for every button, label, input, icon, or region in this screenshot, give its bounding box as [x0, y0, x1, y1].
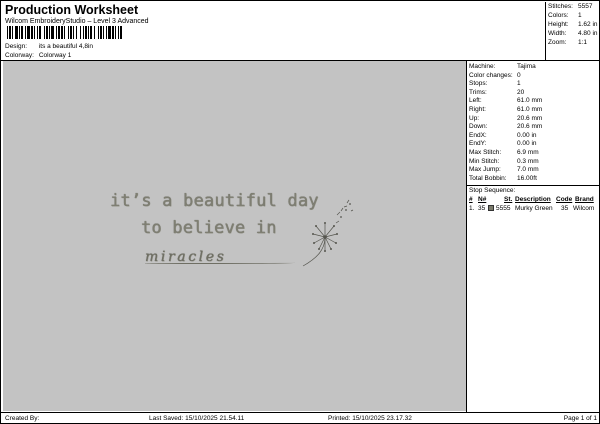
- stat-zoom: Zoom: 1:1: [548, 39, 588, 46]
- stop-sequence-row: 1. 35 5555 Murky Green 35 Wilcom: [469, 205, 595, 212]
- created-by: Created By:: [5, 415, 40, 422]
- stat-colors: Colors: 1: [548, 12, 582, 19]
- footer-divider: [1, 412, 600, 413]
- page-number: Page 1 of 1: [563, 415, 597, 422]
- design-stats: Stitches: 5557 Colors: 1 Height: 1.62 in Wi…: [545, 2, 600, 60]
- stop-sequence-divider: [467, 185, 600, 186]
- worksheet-footer: Created By: Last Saved: 15/10/2025 21.54…: [3, 414, 599, 423]
- col-code: Code: [556, 196, 573, 203]
- script-underline: [145, 262, 295, 264]
- col-stitches: St.: [504, 196, 513, 203]
- info-row-machine: Machine: Tajima: [469, 63, 536, 70]
- stop-sequence-title: Stop Sequence:: [469, 187, 516, 194]
- info-row-right: Right: 61.0 mm: [469, 106, 543, 113]
- design-barcode: [7, 26, 170, 39]
- design-text-line1: it’s a beautiful day: [110, 191, 319, 211]
- colorway-value: Colorway 1: [38, 52, 72, 59]
- info-row-stops: Stops: 1: [469, 80, 521, 88]
- colorway-label: Colorway:: [5, 52, 34, 59]
- software-name: Wilcom EmbroideryStudio – Level 3 Advanc…: [5, 18, 149, 25]
- stop-sequence-header: # N# St. Description Code Brand: [469, 196, 599, 204]
- design-preview: it’s a beautiful day to believe in mirac…: [3, 61, 466, 411]
- colorway-row: Colorway: Colorway 1: [5, 52, 71, 60]
- thread-color-swatch: [488, 205, 494, 211]
- design-label: Design:: [5, 43, 28, 50]
- design-row: Design: its a beautiful 4,8in: [5, 43, 93, 51]
- worksheet-title: Production Worksheet: [5, 3, 139, 17]
- stat-width: Width: 4.80 in: [548, 30, 598, 37]
- info-row-down: Down: 20.6 mm: [469, 123, 543, 131]
- production-worksheet: Production Worksheet Wilcom EmbroiderySt…: [0, 0, 600, 424]
- stat-height: Height: 1.62 in: [548, 21, 598, 28]
- col-needle: N#: [478, 196, 487, 203]
- machine-info-panel: Machine: Tajima Color changes: 0 Stops: 1 Trim…: [467, 61, 600, 412]
- stat-stitches: Stitches: 5557: [548, 3, 593, 10]
- info-row-endx: EndX: 0.00 in: [469, 131, 537, 139]
- worksheet-header: Production Worksheet Wilcom EmbroiderySt…: [3, 2, 543, 60]
- info-row-totalbobbin: Total Bobbin: 16.00ft: [469, 174, 537, 182]
- info-row-trims: Trims: 20: [469, 88, 525, 96]
- printed-date: Printed: 15/10/2025 23.17.32: [328, 415, 412, 422]
- info-row-minstitch: Min Stitch: 0.3 mm: [469, 157, 539, 165]
- design-text-line2: to believe in: [141, 218, 277, 238]
- last-saved: Last Saved: 15/10/2025 21.54.11: [149, 415, 245, 422]
- info-row-up: Up: 20.6 mm: [469, 114, 543, 122]
- info-row-colorchanges: Color changes: 0: [469, 71, 521, 79]
- design-value: its a beautiful 4,8in: [38, 43, 94, 50]
- info-row-maxstitch: Max Stitch: 6.9 mm: [469, 149, 539, 156]
- dandelion-icon: [302, 199, 354, 267]
- col-description: Description: [515, 196, 551, 203]
- col-num: #: [469, 196, 473, 203]
- info-row-left: Left: 61.0 mm: [469, 97, 543, 105]
- info-row-maxjump: Max Jump: 7.0 mm: [469, 166, 539, 174]
- col-brand: Brand: [575, 196, 594, 203]
- barcode-bar: [122, 26, 123, 39]
- info-row-endy: EndY: 0.00 in: [469, 140, 537, 148]
